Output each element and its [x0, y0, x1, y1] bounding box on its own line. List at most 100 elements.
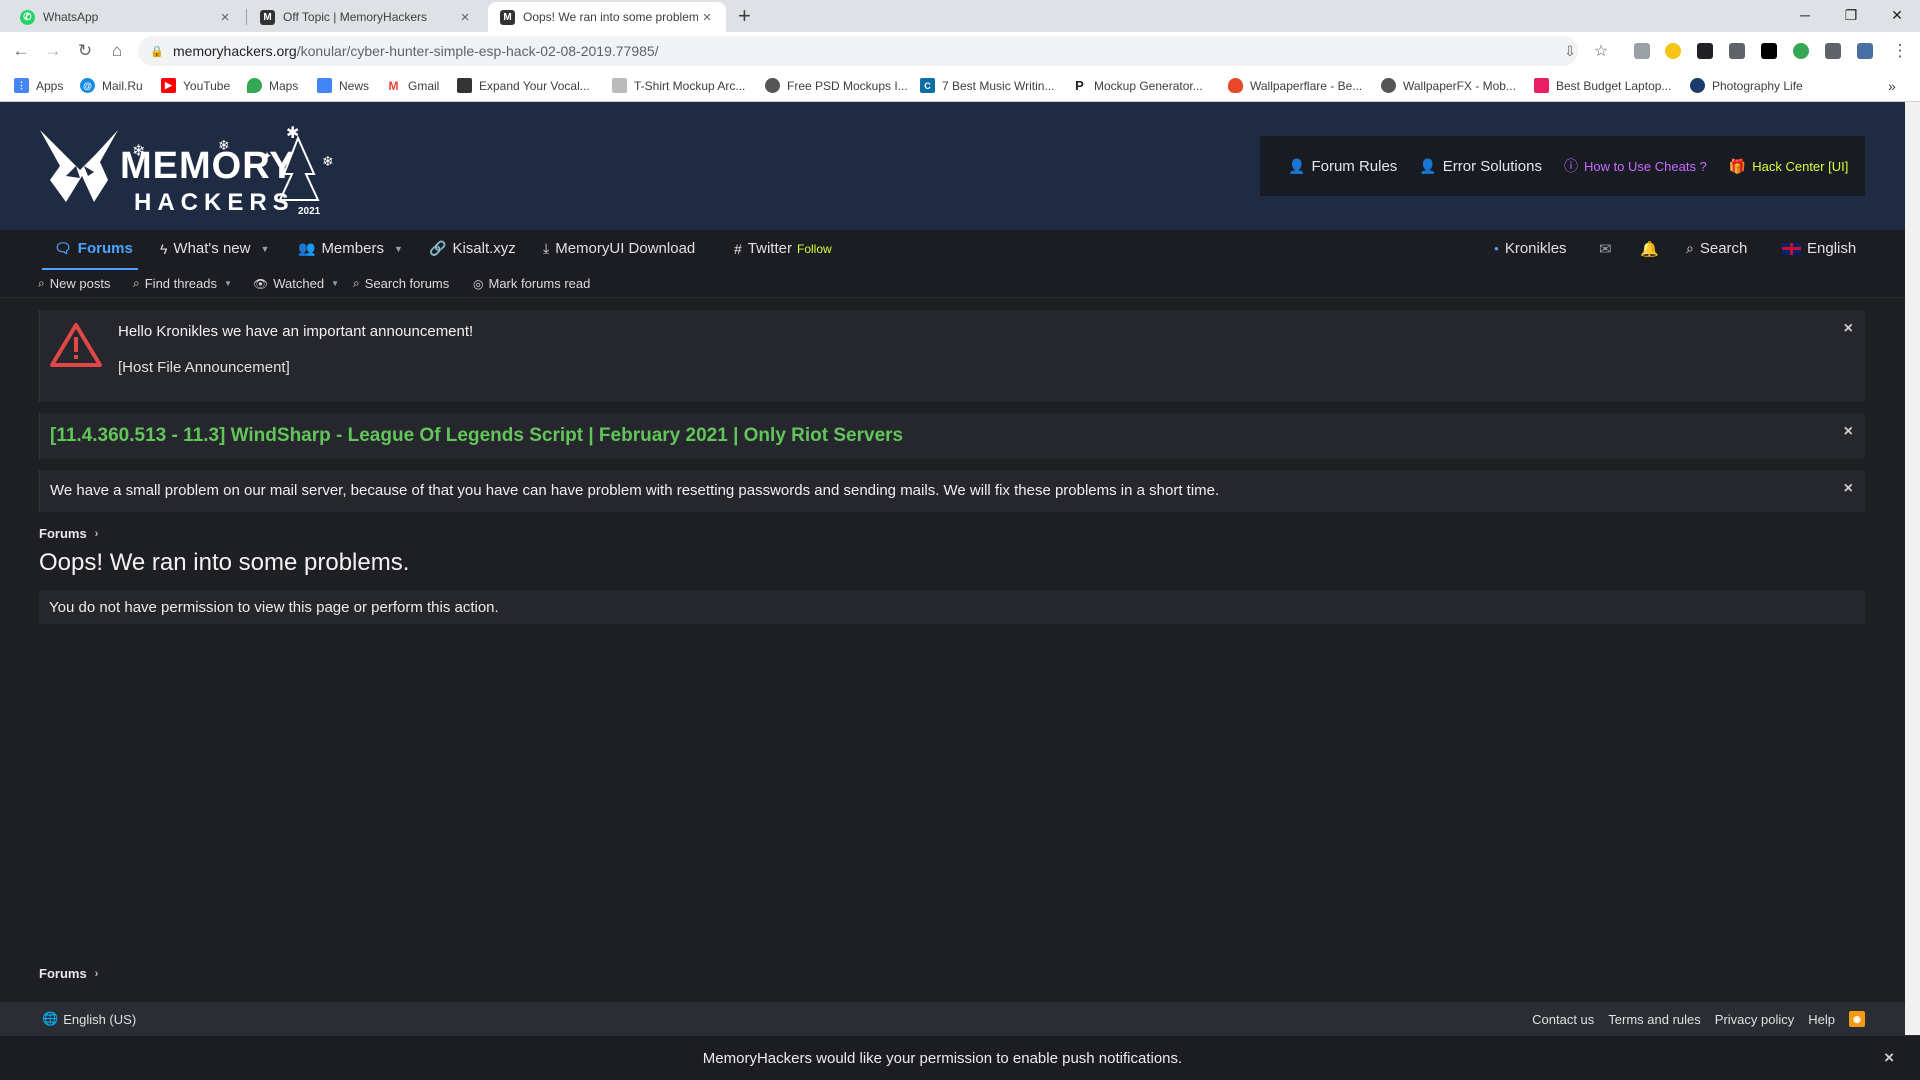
close-icon[interactable]: × [1844, 480, 1853, 498]
download-icon: ⤓ [543, 240, 550, 256]
nav-twitter[interactable]: # Twitter Follow [734, 240, 832, 257]
error-solutions-link[interactable]: 👤 Error Solutions [1419, 158, 1542, 175]
search-icon: ⌕ [353, 276, 360, 290]
new-tab-button[interactable]: + [738, 4, 751, 28]
forward-icon[interactable]: → [41, 39, 65, 63]
promo-notice: [11.4.360.513 - 11.3] WindSharp - League… [39, 413, 1865, 459]
nav-user-account[interactable]: ● Kronikles [1494, 240, 1567, 257]
bookmark-laptop[interactable]: Best Budget Laptop... [1534, 78, 1671, 93]
error-message-block: You do not have permission to view this … [39, 590, 1865, 624]
link-icon: 🔗 [429, 240, 447, 256]
subnav-find-threads[interactable]: ⌕ Find threads ▼ [133, 276, 232, 291]
subnav-search-forums[interactable]: ⌕ Search forums [353, 276, 449, 291]
lock-icon: 🔒 [150, 45, 164, 58]
chevron-down-icon[interactable]: ▼ [394, 244, 403, 254]
bookmark-mockup-gen[interactable]: P Mockup Generator... [1072, 78, 1203, 93]
star-icon[interactable]: ☆ [1589, 39, 1613, 63]
windsharp-promo-link[interactable]: [11.4.360.513 - 11.3] WindSharp - League… [50, 425, 903, 447]
memoryhackers-logo[interactable]: MEMORY HACKERS 2021 ❄ ❄ ✱ ❄ ✦ [36, 116, 348, 220]
error-solutions-label: Error Solutions [1442, 157, 1542, 175]
subnav-new-posts[interactable]: ⌕ New posts [38, 276, 110, 291]
puzzle-extensions-icon[interactable] [1825, 43, 1841, 59]
hack-center-link[interactable]: 🎁 Hack Center [UI] [1729, 158, 1849, 175]
whatsapp-icon: ✆ [20, 9, 35, 25]
chevron-down-icon[interactable]: ▼ [331, 279, 339, 288]
bookmark-vocab[interactable]: Expand Your Vocal... [457, 78, 590, 93]
install-icon[interactable]: ⇩ [1558, 39, 1582, 63]
home-icon[interactable]: ⌂ [105, 39, 129, 63]
push-notification-message[interactable]: MemoryHackers would like your permission… [0, 1050, 1885, 1067]
reload-icon[interactable]: ↻ [73, 39, 97, 63]
tab-off-topic[interactable]: M Off Topic | MemoryHackers × [248, 2, 484, 32]
nav-memoryui-download[interactable]: ⤓ MemoryUI Download [543, 240, 695, 257]
breadcrumb-forums-link[interactable]: Forums [39, 966, 87, 981]
chat-extension-icon[interactable] [1729, 43, 1745, 59]
bookmark-maps[interactable]: Maps [247, 78, 298, 93]
privacy-policy-link[interactable]: Privacy policy [1715, 1012, 1794, 1027]
music-site-icon: C [920, 78, 935, 93]
contact-us-link[interactable]: Contact us [1532, 1012, 1594, 1027]
subnav-mark-read[interactable]: ◎ Mark forums read [473, 276, 590, 291]
notion-extension-icon[interactable] [1761, 43, 1777, 59]
nav-kisalt[interactable]: 🔗 Kisalt.xyz [429, 240, 516, 257]
breadcrumb-bottom: Forums › [39, 966, 98, 981]
mark-read-label: Mark forums read [488, 276, 591, 291]
nav-language[interactable]: English [1782, 240, 1856, 257]
glasses-extension-icon[interactable] [1697, 43, 1713, 59]
bookmark-label: Gmail [408, 78, 440, 93]
rss-icon[interactable]: ◉ [1849, 1011, 1865, 1027]
url-input[interactable]: 🔒 memoryhackers.org/konular/cyber-hunter… [138, 36, 1578, 66]
page-scrollbar[interactable] [1905, 102, 1920, 1035]
close-icon[interactable]: × [1844, 423, 1853, 441]
close-window-button[interactable]: ✕ [1874, 0, 1920, 30]
bookmark-apps[interactable]: ⋮ Apps [14, 78, 63, 93]
nav-whats-new[interactable]: ϟ What's new ▼ [160, 240, 269, 257]
menu-kebab-icon[interactable]: ⋮ [1888, 39, 1912, 63]
tab-whatsapp[interactable]: ✆ WhatsApp × [8, 2, 244, 32]
back-icon[interactable]: ← [9, 39, 33, 63]
subnav-watched[interactable]: 👁 Watched ▼ [253, 276, 339, 291]
mail-server-notice: We have a small problem on our mail serv… [39, 470, 1865, 512]
tab-close-icon[interactable]: × [698, 9, 716, 26]
bookmarks-bar: ⋮ Apps @ Mail.Ru ▶ YouTube Maps News M Gmail… [0, 70, 1920, 102]
bookmark-photography[interactable]: Photography Life [1690, 78, 1803, 93]
profile-avatar[interactable] [1857, 43, 1873, 59]
bookmark-youtube[interactable]: ▶ YouTube [161, 78, 230, 93]
breadcrumb-forums-link[interactable]: Forums [39, 526, 87, 541]
terms-link[interactable]: Terms and rules [1608, 1012, 1700, 1027]
tab-close-icon[interactable]: × [456, 9, 474, 26]
bookmark-music[interactable]: C 7 Best Music Writin... [920, 78, 1054, 93]
restore-button[interactable]: ❐ [1828, 0, 1874, 30]
forum-rules-link[interactable]: 👤 Forum Rules [1288, 158, 1397, 175]
chevron-down-icon[interactable]: ▼ [260, 244, 269, 254]
nav-forums[interactable]: 🗨 Forums [54, 240, 133, 257]
minimize-button[interactable]: ─ [1782, 0, 1828, 30]
bookmark-news[interactable]: News [317, 78, 369, 93]
nav-members[interactable]: 👥 Members ▼ [298, 240, 403, 257]
tab-close-icon[interactable]: × [216, 9, 234, 26]
nav-search[interactable]: ⌕ Search [1686, 240, 1747, 257]
bookmarks-overflow-icon[interactable]: » [1888, 78, 1896, 94]
moon-extension-icon[interactable] [1665, 43, 1681, 59]
bookmark-wallpaperflare[interactable]: Wallpaperflare - Be... [1228, 78, 1362, 93]
bookmark-mailru[interactable]: @ Mail.Ru [80, 78, 143, 93]
bell-icon[interactable]: 🔔 [1640, 240, 1659, 258]
bookmark-psd[interactable]: Free PSD Mockups I... [765, 78, 908, 93]
tab-oops-active[interactable]: M Oops! We ran into some problem × [488, 2, 726, 32]
globe-extension-icon[interactable] [1793, 43, 1809, 59]
chevron-down-icon[interactable]: ▼ [224, 279, 232, 288]
bookmark-tshirt[interactable]: T-Shirt Mockup Arc... [612, 78, 745, 93]
host-file-announcement-link[interactable]: [Host File Announcement] [118, 359, 290, 376]
close-icon[interactable]: × [1844, 320, 1853, 338]
inbox-icon[interactable]: ✉ [1599, 240, 1612, 258]
memoryhackers-icon: M [260, 9, 275, 25]
bookmark-label: YouTube [183, 78, 231, 93]
help-link[interactable]: Help [1808, 1012, 1835, 1027]
bookmark-wallpaperfx[interactable]: WallpaperFX - Mob... [1381, 78, 1516, 93]
how-to-use-cheats-link[interactable]: ⓘ How to Use Cheats ? [1564, 156, 1707, 176]
search-forums-label: Search forums [364, 276, 450, 291]
bookmark-gmail[interactable]: M Gmail [386, 78, 439, 93]
close-icon[interactable]: × [1884, 1048, 1894, 1068]
camera-extension-icon[interactable] [1634, 43, 1650, 59]
footer-language-chooser[interactable]: 🌐 English (US) [42, 1011, 136, 1027]
